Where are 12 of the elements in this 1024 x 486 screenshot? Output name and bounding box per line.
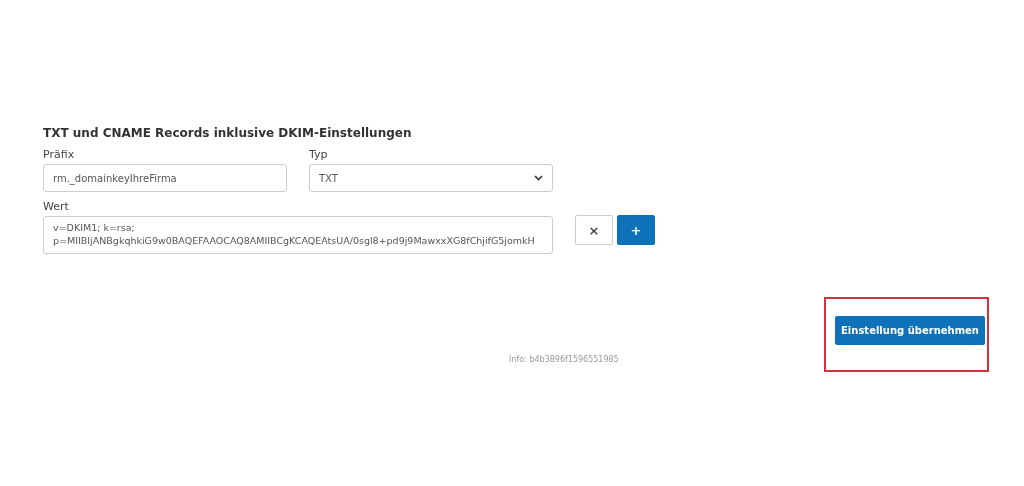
apply-button[interactable]: Einstellung übernehmen <box>835 316 985 345</box>
info-text: Info: b4b3896f1596551985 <box>509 355 620 364</box>
section-title: TXT und CNAME Records inklusive DKIM-Einstellungen <box>43 126 413 140</box>
field-label: Wert <box>43 200 70 213</box>
chevron-down-icon <box>534 175 543 181</box>
field-label: Typ <box>309 148 329 161</box>
type-select[interactable]: TXT <box>309 164 553 192</box>
field-label: Präfix <box>43 148 76 161</box>
prefix-input[interactable]: rm._domainkeyIhreFirma <box>43 164 287 192</box>
remove-button[interactable]: × <box>575 215 613 245</box>
add-button[interactable]: + <box>617 215 655 245</box>
value-textarea[interactable]: v=DKIM1; k=rsa; p=MIIBIjANBgkqhkiG9w0BAQEFAAOCAQ8AMIIBCgKCAQEAtsUA/0sgl8+pd9j9MawxxXG8fChjifG5jomkH <box>43 216 553 254</box>
